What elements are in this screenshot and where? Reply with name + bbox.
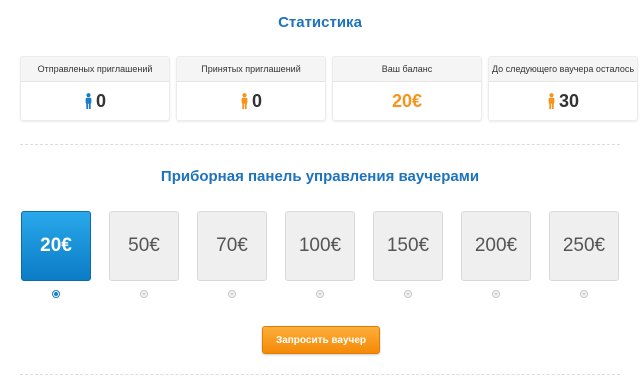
stat-value-row: 30 [489, 82, 637, 120]
stat-label: До следующего ваучера осталось [489, 57, 637, 82]
voucher-option-200[interactable]: 200€ [461, 211, 531, 281]
stat-value: 30 [558, 90, 580, 111]
voucher-radio-100[interactable] [316, 290, 324, 298]
stat-label: Отправленых приглашений [21, 57, 169, 82]
statistics-title: Статистика [278, 14, 362, 31]
voucher-radio-70[interactable] [228, 290, 236, 298]
balance-value: 20€ [391, 90, 423, 111]
stat-value-row: 20€ [333, 82, 481, 120]
voucher-dashboard-title: Приборная панель управления ваучерами [160, 168, 480, 185]
voucher-radio-200[interactable] [492, 290, 500, 298]
stat-card-balance: Ваш баланс 20€ [332, 56, 482, 121]
voucher-option-70[interactable]: 70€ [197, 211, 267, 281]
voucher-radio-50[interactable] [140, 290, 148, 298]
stat-card-accepted-invitations: Принятых приглашений 0 [176, 56, 326, 121]
stat-value: 0 [95, 90, 106, 111]
stat-label: Ваш баланс [333, 57, 481, 82]
section-divider [20, 144, 620, 145]
voucher-option-150[interactable]: 150€ [373, 211, 443, 281]
stat-card-sent-invitations: Отправленых приглашений 0 [20, 56, 170, 121]
voucher-radio-150[interactable] [404, 290, 412, 298]
request-voucher-button[interactable]: Запросить ваучер [262, 326, 380, 354]
voucher-option-250[interactable]: 250€ [549, 211, 619, 281]
stat-label: Принятых приглашений [177, 57, 325, 82]
person-blue-icon [85, 93, 92, 109]
person-orange-icon [241, 93, 248, 109]
stat-value-row: 0 [21, 82, 169, 120]
voucher-radio-250[interactable] [580, 290, 588, 298]
stat-value: 0 [251, 90, 262, 111]
voucher-option-20[interactable]: 20€ [21, 211, 91, 281]
voucher-option-50[interactable]: 50€ [109, 211, 179, 281]
person-orange-icon [548, 93, 555, 109]
voucher-radio-20[interactable] [52, 290, 60, 298]
bottom-divider [20, 374, 620, 375]
stat-card-until-next-voucher: До следующего ваучера осталось 30 [488, 56, 638, 121]
voucher-option-100[interactable]: 100€ [285, 211, 355, 281]
stat-value-row: 0 [177, 82, 325, 120]
